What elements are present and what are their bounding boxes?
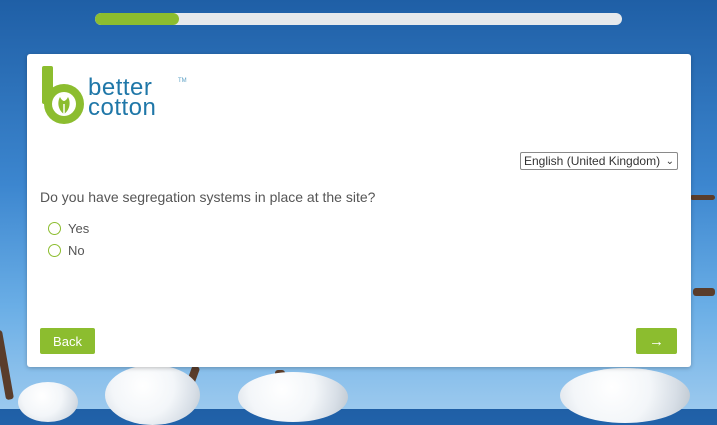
next-button[interactable]: →	[636, 328, 677, 354]
option-no-label: No	[68, 243, 85, 258]
question-text: Do you have segregation systems in place…	[40, 189, 376, 205]
back-button[interactable]: Back	[40, 328, 95, 354]
better-cotton-b-icon	[42, 66, 84, 124]
progress-bar	[95, 13, 622, 25]
progress-fill	[95, 13, 180, 25]
brand-name: better cotton	[88, 76, 157, 121]
language-selected-value: English (United Kingdom)	[524, 154, 661, 168]
option-no[interactable]: No	[48, 243, 85, 258]
better-cotton-logo: better cotton TM	[40, 66, 190, 128]
radio-no[interactable]	[48, 244, 61, 257]
brand-line-2: cotton	[88, 94, 157, 121]
option-yes[interactable]: Yes	[48, 221, 89, 236]
language-select[interactable]: English (United Kingdom) ⌄	[520, 152, 678, 170]
chevron-down-icon: ⌄	[665, 155, 674, 167]
survey-card: better cotton TM English (United Kingdom…	[27, 54, 691, 367]
option-yes-label: Yes	[68, 221, 90, 236]
trademark-mark: TM	[178, 78, 187, 84]
radio-yes[interactable]	[48, 222, 61, 235]
